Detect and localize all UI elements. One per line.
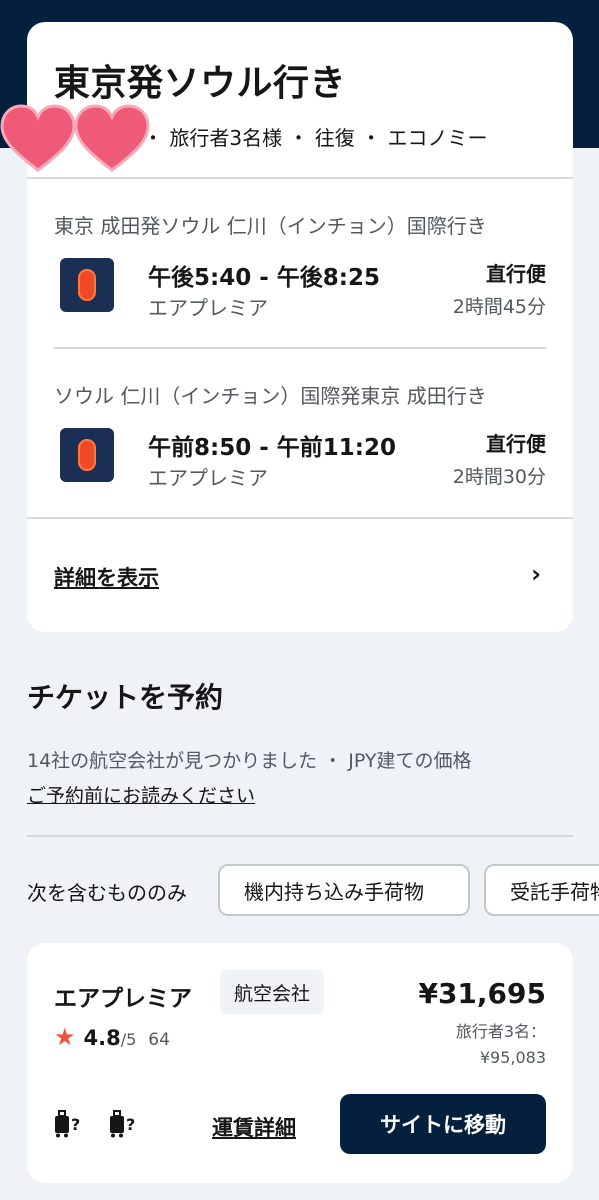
rating-max: /5 (120, 1030, 137, 1049)
filter-chip-carry-on[interactable]: 機内持ち込み手荷物 (218, 864, 470, 916)
heart-stickers-icon (0, 104, 150, 172)
rating-count: 64 (148, 1030, 170, 1050)
carry-on-bag-icon (55, 1110, 69, 1138)
checked-bag-info[interactable]: ? (109, 1110, 135, 1138)
return-airline: エアプレミア (148, 466, 268, 490)
filter-chip-checked-bag[interactable]: 受託手荷物 (484, 864, 599, 916)
outbound-route: 東京 成田発ソウル 仁川（インチョン）国際行き (54, 214, 487, 238)
rating: ★ 4.8 /5 64 (54, 1023, 170, 1051)
outbound-duration: 2時間45分 (452, 296, 546, 318)
book-tickets-heading: チケットを予約 (27, 681, 224, 714)
star-icon: ★ (54, 1023, 76, 1051)
return-stops: 直行便 (486, 432, 546, 456)
outbound-airline: エアプレミア (148, 296, 268, 320)
outbound-stops: 直行便 (486, 262, 546, 286)
read-before-booking-link[interactable]: ご予約前にお読みください (27, 781, 255, 808)
return-route: ソウル 仁川（インチョン）国際発東京 成田行き (54, 384, 487, 408)
return-times: 午前8:50 - 午前11:20 (148, 435, 396, 461)
total-price: ¥95,083 (479, 1048, 546, 1067)
divider (54, 347, 546, 349)
divider (27, 177, 573, 179)
checked-bag-icon (110, 1110, 124, 1138)
airline-tag: 航空会社 (220, 970, 325, 1014)
total-price-block: 旅行者3名： ¥95,083 (456, 1019, 546, 1071)
airline-logo-icon (60, 258, 114, 312)
divider (27, 517, 573, 519)
deal-price: ¥31,695 (418, 977, 546, 1010)
divider (27, 835, 573, 837)
return-duration: 2時間30分 (452, 466, 546, 488)
filter-label: 次を含むもののみ (27, 881, 187, 905)
show-details-link[interactable]: 詳細を表示 (54, 562, 159, 592)
fare-details-link[interactable]: 運賃詳細 (212, 1112, 296, 1142)
outbound-times: 午後5:40 - 午後8:25 (148, 265, 380, 291)
trip-subtitle: ・ 旅行者3名様 ・ 往復 ・ エコノミー (143, 126, 488, 150)
carry-on-unknown: ? (71, 1114, 81, 1134)
travelers-label: 旅行者3名： (455, 1022, 546, 1041)
airline-logo-icon (60, 428, 114, 482)
airlines-found-text: 14社の航空会社が見つかりました ・ JPY建ての価格 (27, 750, 472, 772)
carry-on-bag-info[interactable]: ? (54, 1110, 80, 1138)
chevron-right-icon[interactable]: › (531, 560, 541, 588)
filter-chip-label: 機内持ち込み手荷物 (244, 879, 424, 904)
go-to-site-button[interactable]: サイトに移動 (340, 1094, 546, 1154)
filter-chip-label: 受託手荷物 (510, 879, 599, 904)
deal-card[interactable]: エアプレミア 航空会社 ¥31,695 旅行者3名： ¥95,083 ★ 4.8… (27, 943, 573, 1183)
page-title: 東京発ソウル行き (54, 63, 347, 104)
deal-airline-name: エアプレミア (54, 986, 192, 1012)
checked-bag-unknown: ? (126, 1114, 136, 1134)
rating-value: 4.8 (83, 1026, 121, 1050)
